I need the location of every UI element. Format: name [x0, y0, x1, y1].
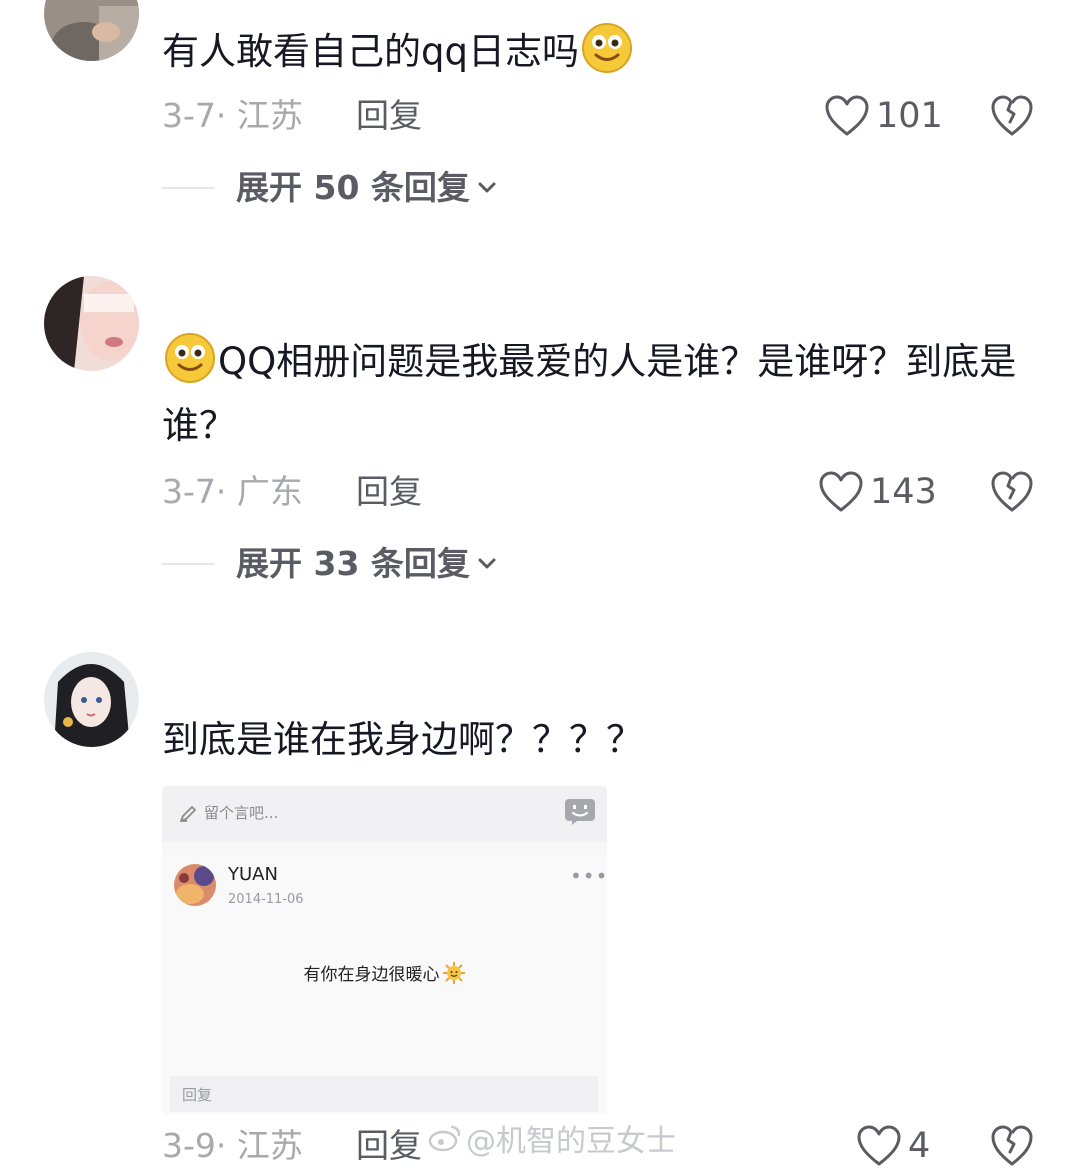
avatar[interactable] [44, 276, 139, 371]
comment-3: 到底是谁在我身边啊？？？？ 留个言吧... YUAN 2014-11-06 ••… [0, 652, 1080, 1166]
reply-input: 回复 [170, 1076, 598, 1112]
comment-text: 有人敢看自己的qq日志吗 [162, 20, 1042, 84]
expand-replies[interactable]: 展开 33 条回复 [162, 544, 498, 584]
like-button[interactable]: 143 [818, 470, 937, 514]
comment-meta: 3-7· 广东 [162, 472, 303, 511]
comment-2: QQ相册问题是我最爱的人是谁？是谁呀？到底是谁？ 3-7· 广东 回复 143 … [0, 276, 1080, 606]
broken-heart-icon [991, 1125, 1033, 1166]
like-count: 4 [908, 1126, 931, 1166]
like-count: 101 [876, 96, 943, 136]
reply-button[interactable]: 回复 [356, 96, 422, 136]
message-input: 留个言吧... [162, 786, 607, 842]
reply-placeholder: 回复 [182, 1086, 213, 1104]
dislike-button[interactable] [990, 94, 1034, 138]
smile-emoji-icon [164, 332, 216, 384]
divider [162, 563, 214, 565]
attachment-screenshot[interactable]: 留个言吧... YUAN 2014-11-06 ••• 有你在身边很暖心 回复 [162, 786, 607, 1114]
pencil-icon [180, 806, 196, 822]
heart-icon [825, 95, 869, 136]
smile-emoji-icon [581, 22, 633, 74]
broken-heart-icon [991, 471, 1033, 512]
comment-text: QQ相册问题是我最爱的人是谁？是谁呀？到底是谁？ [162, 330, 1042, 458]
divider [162, 187, 214, 189]
like-count: 143 [870, 472, 937, 512]
reply-button[interactable]: 回复 [356, 1126, 422, 1166]
chevron-down-icon [478, 182, 496, 193]
heart-icon [857, 1125, 901, 1166]
dislike-button[interactable] [990, 1124, 1034, 1168]
comment-meta: 3-7· 江苏 [162, 96, 303, 135]
comment-text: 到底是谁在我身边啊？？？？ [162, 718, 643, 761]
avatar [174, 864, 216, 906]
sun-emoji-icon [442, 962, 465, 984]
emoji-face-icon [565, 799, 595, 825]
comment-meta: 3-9· 江苏 [162, 1126, 303, 1165]
avatar[interactable] [44, 652, 139, 747]
more-icon: ••• [570, 864, 607, 888]
post-date: 2014-11-06 [228, 892, 304, 907]
expand-replies[interactable]: 展开 50 条回复 [162, 168, 498, 208]
avatar[interactable] [44, 0, 139, 61]
heart-icon [819, 471, 863, 512]
input-placeholder: 留个言吧... [204, 804, 279, 822]
weibo-logo-icon [428, 1125, 461, 1152]
author-name: YUAN [228, 864, 278, 885]
watermark: @机智的豆女士 [428, 1116, 676, 1160]
broken-heart-icon [991, 95, 1033, 136]
message-text: 有你在身边很暖心 [162, 960, 607, 985]
reply-button[interactable]: 回复 [356, 472, 422, 512]
like-button[interactable]: 4 [856, 1124, 930, 1168]
like-button[interactable]: 101 [824, 94, 943, 138]
chevron-down-icon [478, 558, 496, 569]
comment-1: 有人敢看自己的qq日志吗 3-7· 江苏 回复 101 展开 50 条回复 [0, 0, 1080, 240]
message-card: YUAN 2014-11-06 ••• 有你在身边很暖心 回复 [162, 854, 607, 1114]
dislike-button[interactable] [990, 470, 1034, 514]
